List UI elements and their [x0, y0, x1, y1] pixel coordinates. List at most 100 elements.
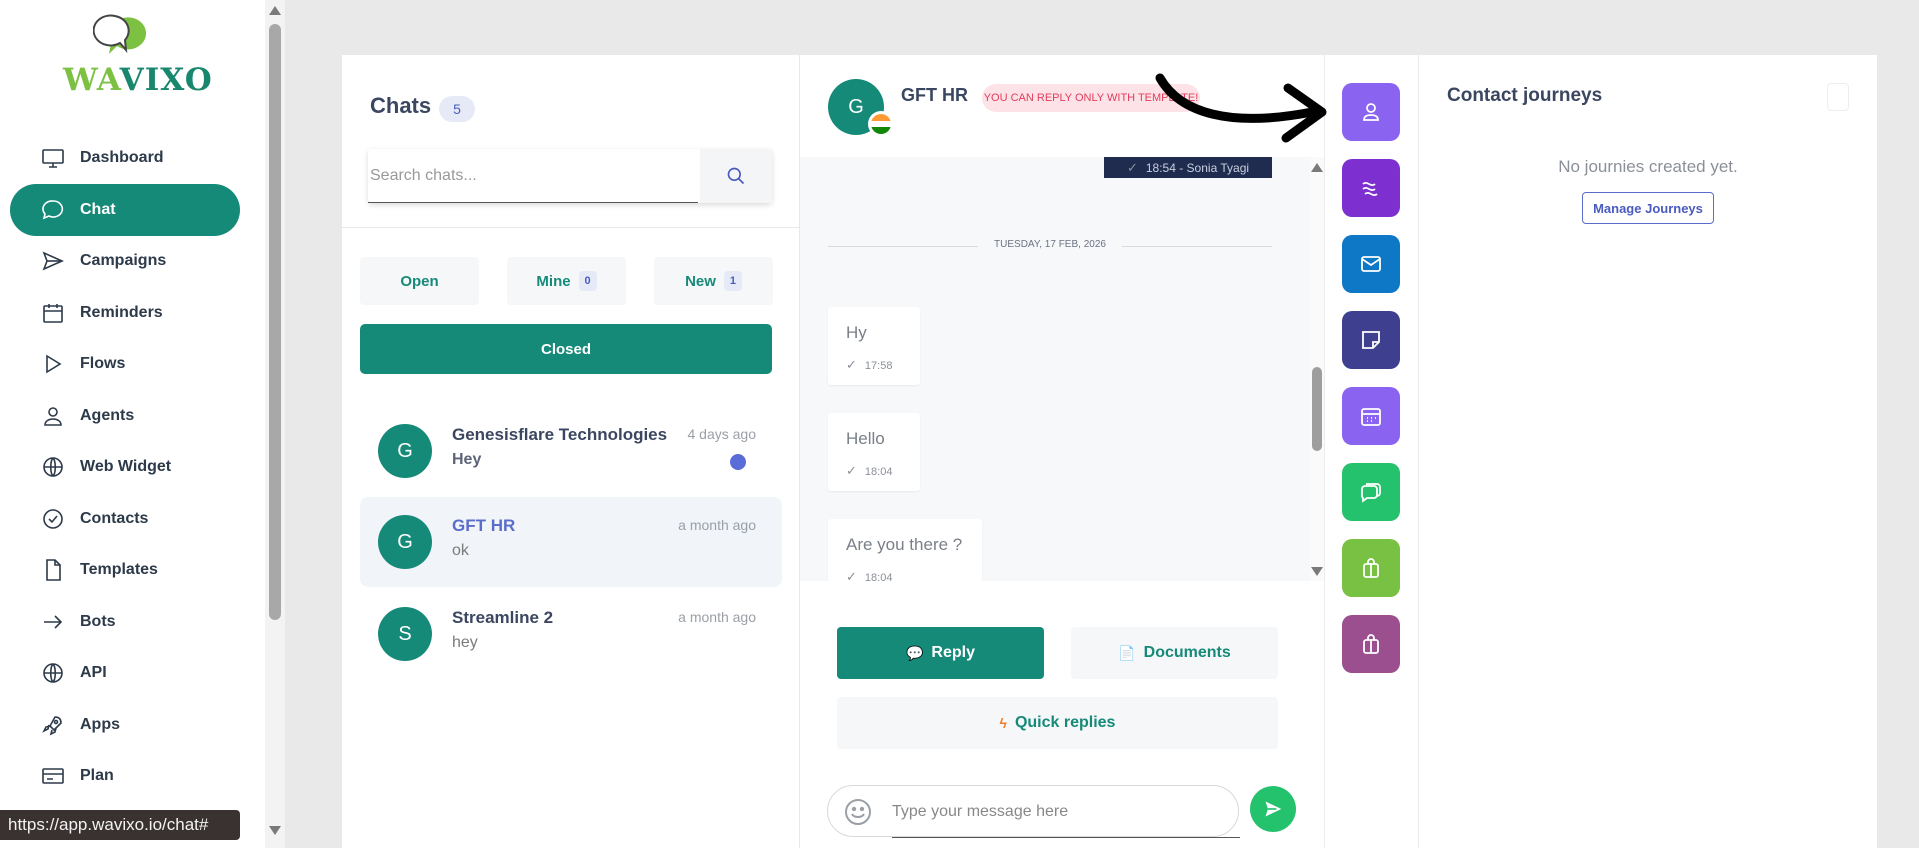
shopping-bag-icon — [1363, 634, 1379, 654]
conversation-panel: G GFT HR YOU CAN REPLY ONLY WITH TEMPLAT… — [800, 55, 1324, 848]
speech-bubble-icon: 💬 — [905, 644, 924, 661]
sidebar-item-label: Campaigns — [80, 252, 167, 270]
filter-label: New — [685, 272, 716, 290]
sidebar-nav: Dashboard Chat Campaigns Reminders Flows… — [10, 132, 240, 802]
message-composer — [827, 785, 1240, 838]
avatar: G — [378, 515, 432, 569]
tool-journeys-button[interactable] — [1342, 159, 1400, 217]
send-button[interactable] — [1250, 786, 1296, 832]
message-input[interactable] — [892, 786, 1240, 838]
search-icon — [727, 167, 745, 185]
tool-notes-button[interactable] — [1342, 311, 1400, 369]
check-icon: ✓ — [1126, 159, 1138, 175]
scrollbar-thumb[interactable] — [1312, 367, 1322, 451]
chat-time: a month ago — [678, 609, 756, 625]
sidebar-item-label: Contacts — [80, 509, 149, 527]
filter-label: Open — [400, 272, 439, 290]
monitor-icon — [40, 145, 66, 171]
sidebar-item-plan[interactable]: Plan — [10, 751, 240, 803]
sidebar-item-apps[interactable]: Apps — [10, 699, 240, 751]
scroll-up-arrow-icon[interactable] — [269, 6, 281, 15]
scroll-down-arrow-icon[interactable] — [1311, 567, 1323, 576]
sidebar-item-chat[interactable]: Chat — [10, 183, 240, 236]
tool-calendar-button[interactable] — [1342, 387, 1400, 445]
quick-replies-button[interactable]: ϟ Quick replies — [837, 697, 1278, 749]
calendar-icon — [1361, 408, 1381, 426]
sidebar-item-web-widget[interactable]: Web Widget — [10, 442, 240, 494]
unread-indicator — [730, 454, 746, 470]
sidebar-item-contacts[interactable]: Contacts — [10, 493, 240, 545]
annotation-arrow-icon — [1155, 73, 1327, 143]
tool-store-button[interactable] — [1342, 615, 1400, 673]
sidebar-item-label: Reminders — [80, 303, 163, 321]
tool-email-button[interactable] — [1342, 235, 1400, 293]
chat-time: a month ago — [678, 517, 756, 533]
filter-mine-button[interactable]: Mine 0 — [507, 257, 626, 305]
message-scrollbar[interactable] — [1310, 157, 1324, 581]
chat-time: 4 days ago — [687, 426, 757, 442]
rocket-icon — [40, 712, 66, 738]
panel-collapse-button[interactable] — [1827, 83, 1849, 111]
lightning-icon: ϟ — [999, 715, 1007, 731]
sidebar-item-bots[interactable]: Bots — [10, 596, 240, 648]
sidebar-item-api[interactable]: API — [10, 648, 240, 700]
app-root: WAVIXO Dashboard Chat Campaigns Reminder… — [0, 0, 1919, 848]
count-badge: 0 — [578, 271, 597, 291]
sidebar: WAVIXO Dashboard Chat Campaigns Reminder… — [0, 0, 265, 848]
chats-count-badge: 5 — [439, 96, 475, 122]
chat-list-item[interactable]: G Genesisflare Technologies Hey 4 days a… — [360, 406, 782, 496]
sidebar-scrollbar[interactable] — [265, 0, 285, 848]
filter-new-button[interactable]: New 1 — [654, 257, 773, 305]
check-icon: ✓ — [846, 357, 857, 372]
filter-closed-button[interactable]: Closed — [360, 324, 772, 374]
filter-open-button[interactable]: Open — [360, 257, 479, 305]
sidebar-item-templates[interactable]: Templates — [10, 545, 240, 597]
scrollbar-thumb[interactable] — [269, 24, 281, 620]
chat-search — [368, 149, 772, 203]
sidebar-item-label: Templates — [80, 561, 158, 579]
count-badge: 1 — [723, 271, 742, 291]
sidebar-item-reminders[interactable]: Reminders — [10, 287, 240, 339]
wavixo-logo[interactable]: WAVIXO — [60, 14, 212, 98]
chat-list-item[interactable]: S Streamline 2 hey a month ago — [360, 589, 782, 679]
arrow-right-icon — [40, 609, 66, 635]
tool-contact-profile-button[interactable] — [1342, 83, 1400, 141]
chat-name: Genesisflare Technologies — [452, 425, 668, 444]
sidebar-item-dashboard[interactable]: Dashboard — [10, 132, 240, 184]
date-separator: TUESDAY, 17 FEB, 2026 — [828, 239, 1272, 253]
globe-icon — [40, 454, 66, 480]
status-url-tooltip: https://app.wavixo.io/chat# — [0, 810, 240, 840]
panel-title: Contact journeys — [1447, 85, 1603, 106]
sidebar-item-label: Flows — [80, 355, 126, 373]
scroll-down-arrow-icon[interactable] — [269, 826, 281, 835]
search-input[interactable] — [368, 149, 698, 203]
sidebar-item-flows[interactable]: Flows — [10, 339, 240, 391]
filter-label: Mine — [536, 272, 571, 290]
manage-journeys-button[interactable]: Manage Journeys — [1582, 192, 1714, 224]
chat-preview: hey — [452, 634, 478, 651]
chats-title: Chats — [370, 93, 432, 118]
empty-state-text: No journies created yet. — [1558, 157, 1738, 176]
chat-workspace: Chats 5 Open Mine 0 New 1 Closed G Genesis… — [342, 55, 1877, 848]
file-icon — [40, 557, 66, 583]
documents-button[interactable]: 📄 Documents — [1071, 627, 1278, 679]
user-icon — [40, 403, 66, 429]
india-flag-icon — [868, 111, 894, 137]
divider — [342, 227, 800, 228]
sidebar-item-agents[interactable]: Agents — [10, 390, 240, 442]
stripe-wave-icon — [1362, 181, 1378, 197]
chat-name: GFT HR — [452, 516, 516, 535]
reply-button[interactable]: 💬 Reply — [837, 627, 1044, 679]
chat-list-item[interactable]: G GFT HR ok a month ago — [360, 497, 782, 587]
sidebar-item-label: API — [80, 664, 107, 682]
sidebar-item-campaigns[interactable]: Campaigns — [10, 236, 240, 288]
search-button[interactable] — [700, 149, 772, 203]
sidebar-item-label: Plan — [80, 767, 114, 785]
tool-conversations-button[interactable] — [1342, 463, 1400, 521]
tool-orders-button[interactable] — [1342, 539, 1400, 597]
emoji-icon[interactable] — [844, 798, 872, 826]
play-icon — [40, 351, 66, 377]
sidebar-item-label: Dashboard — [80, 148, 164, 166]
avatar: S — [378, 607, 432, 661]
chats-panel: Chats 5 Open Mine 0 New 1 Closed G Genesis… — [342, 55, 800, 848]
